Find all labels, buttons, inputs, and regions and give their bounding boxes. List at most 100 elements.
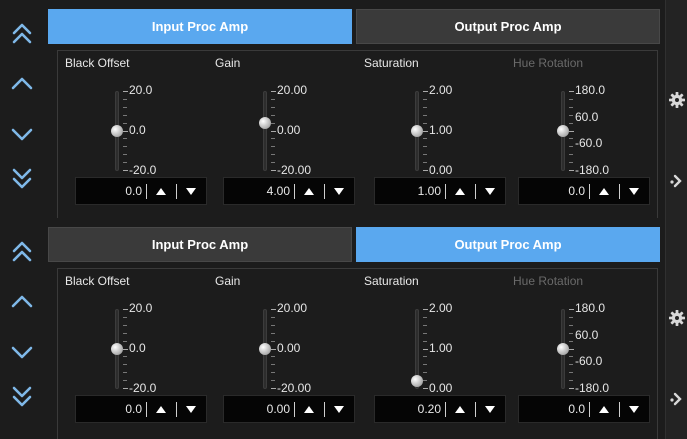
hue-rotation-value[interactable]: 0.0: [568, 396, 585, 422]
triangle-down-icon: [334, 182, 344, 200]
hue-rotation-increment-button[interactable]: [591, 396, 617, 422]
black-offset-decrement-button[interactable]: [178, 178, 204, 204]
tick: [123, 146, 127, 147]
black-offset-decrement-button[interactable]: [178, 396, 204, 422]
chevron-up-icon: [6, 282, 38, 322]
tick: [569, 115, 573, 116]
tab-input-proc-amp[interactable]: Input Proc Amp: [48, 227, 352, 262]
tick: [271, 364, 275, 365]
expand-button[interactable]: [666, 378, 687, 424]
black-offset-value[interactable]: 0.0: [125, 178, 142, 204]
gain-stepper[interactable]: 0.00: [223, 395, 355, 423]
chevron-right-icon: [669, 173, 685, 194]
tick: [569, 341, 573, 342]
triangle-up-icon: [156, 182, 166, 200]
hue-rotation-decrement-button[interactable]: [621, 178, 647, 204]
black-offset-increment-button[interactable]: [148, 178, 174, 204]
divider: [294, 184, 295, 199]
saturation-value[interactable]: 0.20: [418, 396, 441, 422]
saturation-increment-button[interactable]: [447, 396, 473, 422]
tick: [569, 107, 573, 108]
tab-output-proc-amp[interactable]: Output Proc Amp: [356, 227, 660, 262]
hue-rotation-stepper[interactable]: 0.0: [518, 177, 650, 205]
saturation-slider-knob[interactable]: [411, 375, 423, 387]
saturation-slider-knob[interactable]: [411, 125, 423, 137]
double-chevron-up-button[interactable]: [6, 12, 38, 52]
black-offset-value[interactable]: 0.0: [125, 396, 142, 422]
tick: [123, 364, 127, 365]
side-strip: [665, 0, 687, 221]
hue-rotation-scale-label: 60.0: [575, 328, 599, 342]
saturation-scale-label: 1.00: [429, 123, 453, 137]
gain-slider-knob[interactable]: [259, 343, 271, 355]
expand-button[interactable]: [666, 160, 687, 206]
saturation-label: Saturation: [364, 274, 419, 288]
triangle-up-icon: [156, 400, 166, 418]
tick: [423, 107, 427, 108]
black-offset-slider-knob[interactable]: [111, 343, 123, 355]
settings-button[interactable]: [666, 79, 687, 125]
hue-rotation-value[interactable]: 0.0: [568, 178, 585, 204]
chevron-up-button[interactable]: [6, 282, 38, 322]
controls-area: Black Offset 20.0 0.0 -20.0 0.0 Gain 20.00 0.00…: [57, 268, 658, 439]
double-chevron-down-button[interactable]: [6, 378, 38, 418]
gain-value[interactable]: 4.00: [267, 178, 290, 204]
tick: [569, 356, 573, 357]
hue-rotation-increment-button[interactable]: [591, 178, 617, 204]
gain-increment-button[interactable]: [296, 396, 322, 422]
tick: [423, 388, 428, 389]
gain-decrement-button[interactable]: [326, 396, 352, 422]
saturation-stepper[interactable]: 0.20: [374, 395, 506, 423]
side-strip: [665, 218, 687, 439]
hue-rotation-slider-knob[interactable]: [557, 343, 569, 355]
tick: [569, 146, 573, 147]
gain-slider-track[interactable]: [263, 91, 267, 171]
tick: [123, 309, 128, 310]
black-offset-scale-label: 0.0: [129, 123, 146, 137]
hue-rotation-decrement-button[interactable]: [621, 396, 647, 422]
double-chevron-up-button[interactable]: [6, 230, 38, 270]
saturation-increment-button[interactable]: [447, 178, 473, 204]
gain-stepper[interactable]: 4.00: [223, 177, 355, 205]
divider: [146, 402, 147, 417]
saturation-stepper[interactable]: 1.00: [374, 177, 506, 205]
hue-rotation-slider-knob[interactable]: [557, 125, 569, 137]
gain-slider-knob[interactable]: [259, 117, 271, 129]
saturation-scale-label: 0.00: [429, 381, 453, 395]
divider: [294, 402, 295, 417]
divider: [475, 402, 476, 417]
settings-button[interactable]: [666, 297, 687, 343]
gain-decrement-button[interactable]: [326, 178, 352, 204]
tick: [271, 123, 275, 124]
tab-input-proc-amp[interactable]: Input Proc Amp: [48, 9, 352, 44]
tick: [569, 349, 574, 350]
tab-output-proc-amp[interactable]: Output Proc Amp: [356, 9, 660, 44]
black-offset-label: Black Offset: [65, 56, 130, 70]
hue-rotation-scale-label: -180.0: [575, 163, 610, 177]
hue-rotation-scale-label: -180.0: [575, 381, 610, 395]
tick: [423, 154, 427, 155]
double-chevron-down-button[interactable]: [6, 160, 38, 200]
saturation-decrement-button[interactable]: [477, 396, 503, 422]
gain-value[interactable]: 0.00: [267, 396, 290, 422]
divider: [619, 184, 620, 199]
divider: [324, 402, 325, 417]
gain-increment-button[interactable]: [296, 178, 322, 204]
saturation-decrement-button[interactable]: [477, 178, 503, 204]
tick: [271, 154, 275, 155]
hue-rotation-stepper[interactable]: 0.0: [518, 395, 650, 423]
black-offset-slider-knob[interactable]: [111, 125, 123, 137]
tick: [569, 154, 573, 155]
gain-scale-label: 20.00: [277, 83, 308, 97]
chevron-down-button[interactable]: [6, 332, 38, 372]
black-offset-stepper[interactable]: 0.0: [75, 177, 207, 205]
saturation-value[interactable]: 1.00: [418, 178, 441, 204]
black-offset-stepper[interactable]: 0.0: [75, 395, 207, 423]
chevron-down-button[interactable]: [6, 114, 38, 154]
tick: [123, 123, 127, 124]
black-offset-increment-button[interactable]: [148, 396, 174, 422]
chevron-up-button[interactable]: [6, 64, 38, 104]
tick: [569, 380, 573, 381]
tick: [271, 372, 275, 373]
tick: [569, 91, 574, 92]
